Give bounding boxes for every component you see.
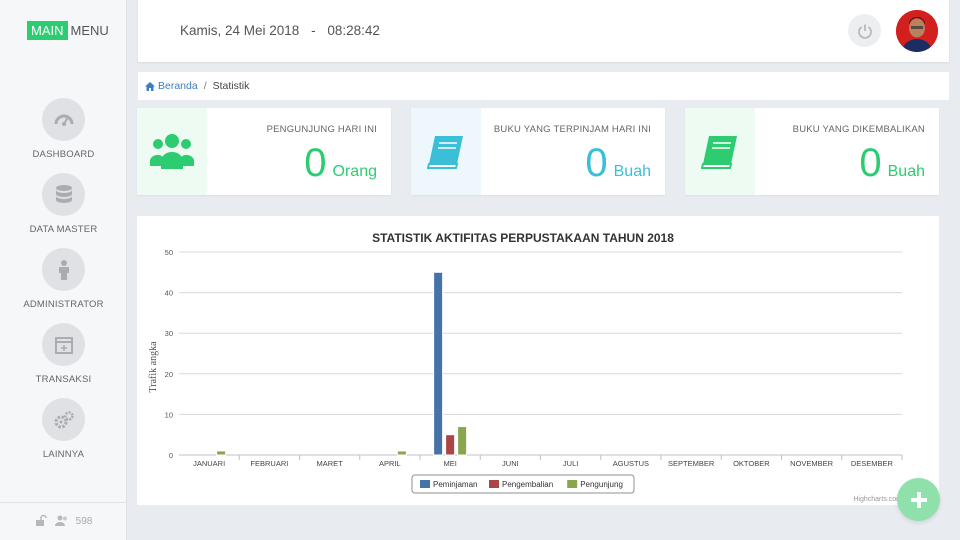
sidebar-item-dashboard[interactable]: DASHBOARD [0,98,127,173]
sidebar-item-label: ADMINISTRATOR [23,299,104,310]
brand-main: MAIN [27,21,68,40]
sidebar-item-label: TRANSAKSI [35,374,92,385]
current-datetime: Kamis, 24 Mei 2018 - 08:28:42 [180,23,380,38]
unlock-icon[interactable] [35,514,47,529]
x-tick-label: SEPTEMBER [668,459,715,468]
x-tick-label: OKTOBER [733,459,770,468]
bar-pengunjung[interactable] [457,426,468,456]
x-tick-label: FEBRUARI [250,459,288,468]
gears-icon [42,398,85,441]
sidebar-item-transaksi[interactable]: TRANSAKSI [0,323,127,398]
card-unit: Buah [613,163,651,180]
x-tick-label: DESEMBER [851,459,894,468]
x-tick-label: JANUARI [193,459,225,468]
user-icon [42,248,85,291]
chart-bars [216,271,468,456]
y-axis-label: Trafik angka [148,341,159,393]
statistics-chart: STATISTIK AKTIFITAS PERPUSTAKAAN TAHUN 2… [148,231,903,503]
legend-swatch[interactable] [567,480,578,488]
logout-button[interactable] [848,14,881,47]
x-tick-label: NOVEMBER [790,459,834,468]
brand-menu: MENU [70,23,109,38]
y-tick-label: 30 [165,329,173,338]
card-unit: Buah [887,163,925,180]
breadcrumb-separator: / [203,80,207,92]
sidebar-item-label: DATA MASTER [29,224,98,235]
chart-legend[interactable]: Peminjaman Pengembalian Pengunjung [411,474,635,494]
current-time: 08:28:42 [327,23,380,38]
card-title: BUKU YANG TERPINJAM HARI INI [493,124,651,135]
breadcrumb-home-label: Beranda [158,80,198,92]
legend-swatch[interactable] [420,480,430,488]
bar-pengunjung[interactable] [396,450,407,456]
card-title: BUKU YANG DIKEMBALIKAN [792,124,925,135]
chart-title: STATISTIK AKTIFITAS PERPUSTAKAAN TAHUN 2… [372,231,674,245]
legend-item-peminjaman[interactable]: Peminjaman [433,480,477,489]
book-icon [411,108,481,195]
y-tick-label: 20 [165,370,173,379]
online-count: 598 [75,516,93,527]
sidebar-footer: 598 [0,502,127,540]
stat-card-borrowed: BUKU YANG TERPINJAM HARI INI 0 Buah [411,108,665,195]
x-tick-label: MEI [443,459,456,468]
stat-card-returned: BUKU YANG DIKEMBALIKAN 0 Buah [685,108,939,195]
brand-logo[interactable]: MAIN MENU [27,21,112,40]
y-tick-label: 10 [165,410,173,419]
users-online-icon [54,515,68,529]
card-title: PENGUNJUNG HARI INI [266,124,377,135]
book-icon [685,108,755,195]
y-tick-label: 50 [165,248,173,257]
bar-peminjaman[interactable] [433,271,444,456]
x-axis-labels: JANUARI FEBRUARI MARET APRIL MEI JUNI JULI AGUS… [193,455,903,468]
chart-panel: STATISTIK AKTIFITAS PERPUSTAKAAN TAHUN 2… [137,216,939,505]
breadcrumb-current: Statistik [212,80,250,92]
sidebar-item-label: DASHBOARD [32,149,95,160]
sidebar: MAIN MENU DASHBOARD DATA MASTER ADMINIST… [0,0,127,540]
stat-card-visitors: PENGUNJUNG HARI INI 0 Orang [137,108,391,195]
y-tick-label: 0 [169,451,173,460]
calendar-plus-icon [42,323,85,366]
x-tick-label: AGUSTUS [613,459,649,468]
legend-item-pengembalian[interactable]: Pengembalian [502,480,553,489]
sidebar-item-administrator[interactable]: ADMINISTRATOR [0,248,127,323]
sidebar-item-label: LAINNYA [42,449,85,460]
x-tick-label: MARET [317,459,344,468]
power-icon [857,24,872,39]
x-tick-label: JUNI [502,459,519,468]
legend-swatch[interactable] [489,480,499,488]
sidebar-item-data-master[interactable]: DATA MASTER [0,173,127,248]
x-tick-label: APRIL [379,459,401,468]
top-bar: Kamis, 24 Mei 2018 - 08:28:42 [138,0,949,62]
chart-grid: 0 10 20 30 40 50 [165,248,902,460]
card-value: 0 [585,141,608,185]
bar-pengembalian[interactable] [445,434,456,456]
users-icon [137,108,207,195]
home-icon [145,81,155,91]
avatar[interactable] [896,10,938,52]
sidebar-nav: DASHBOARD DATA MASTER ADMINISTRATOR TRAN… [0,98,127,473]
sidebar-item-lainnya[interactable]: LAINNYA [0,398,127,473]
card-unit: Orang [332,163,377,180]
card-value: 0 [859,141,882,185]
add-button[interactable] [897,478,940,521]
dashboard-icon [42,98,85,141]
y-tick-label: 40 [165,289,173,298]
legend-item-pengunjung[interactable]: Pengunjung [580,480,623,489]
breadcrumb: Beranda / Statistik [138,72,949,100]
database-icon [42,173,85,216]
datetime-separator: - [311,23,316,38]
bar-pengunjung[interactable] [216,450,227,456]
x-tick-label: JULI [563,459,578,468]
current-date: Kamis, 24 Mei 2018 [180,23,300,38]
chart-credits[interactable]: Highcharts.com [853,496,902,503]
card-value: 0 [304,141,327,185]
plus-icon [910,491,927,508]
breadcrumb-home[interactable]: Beranda [145,80,198,92]
